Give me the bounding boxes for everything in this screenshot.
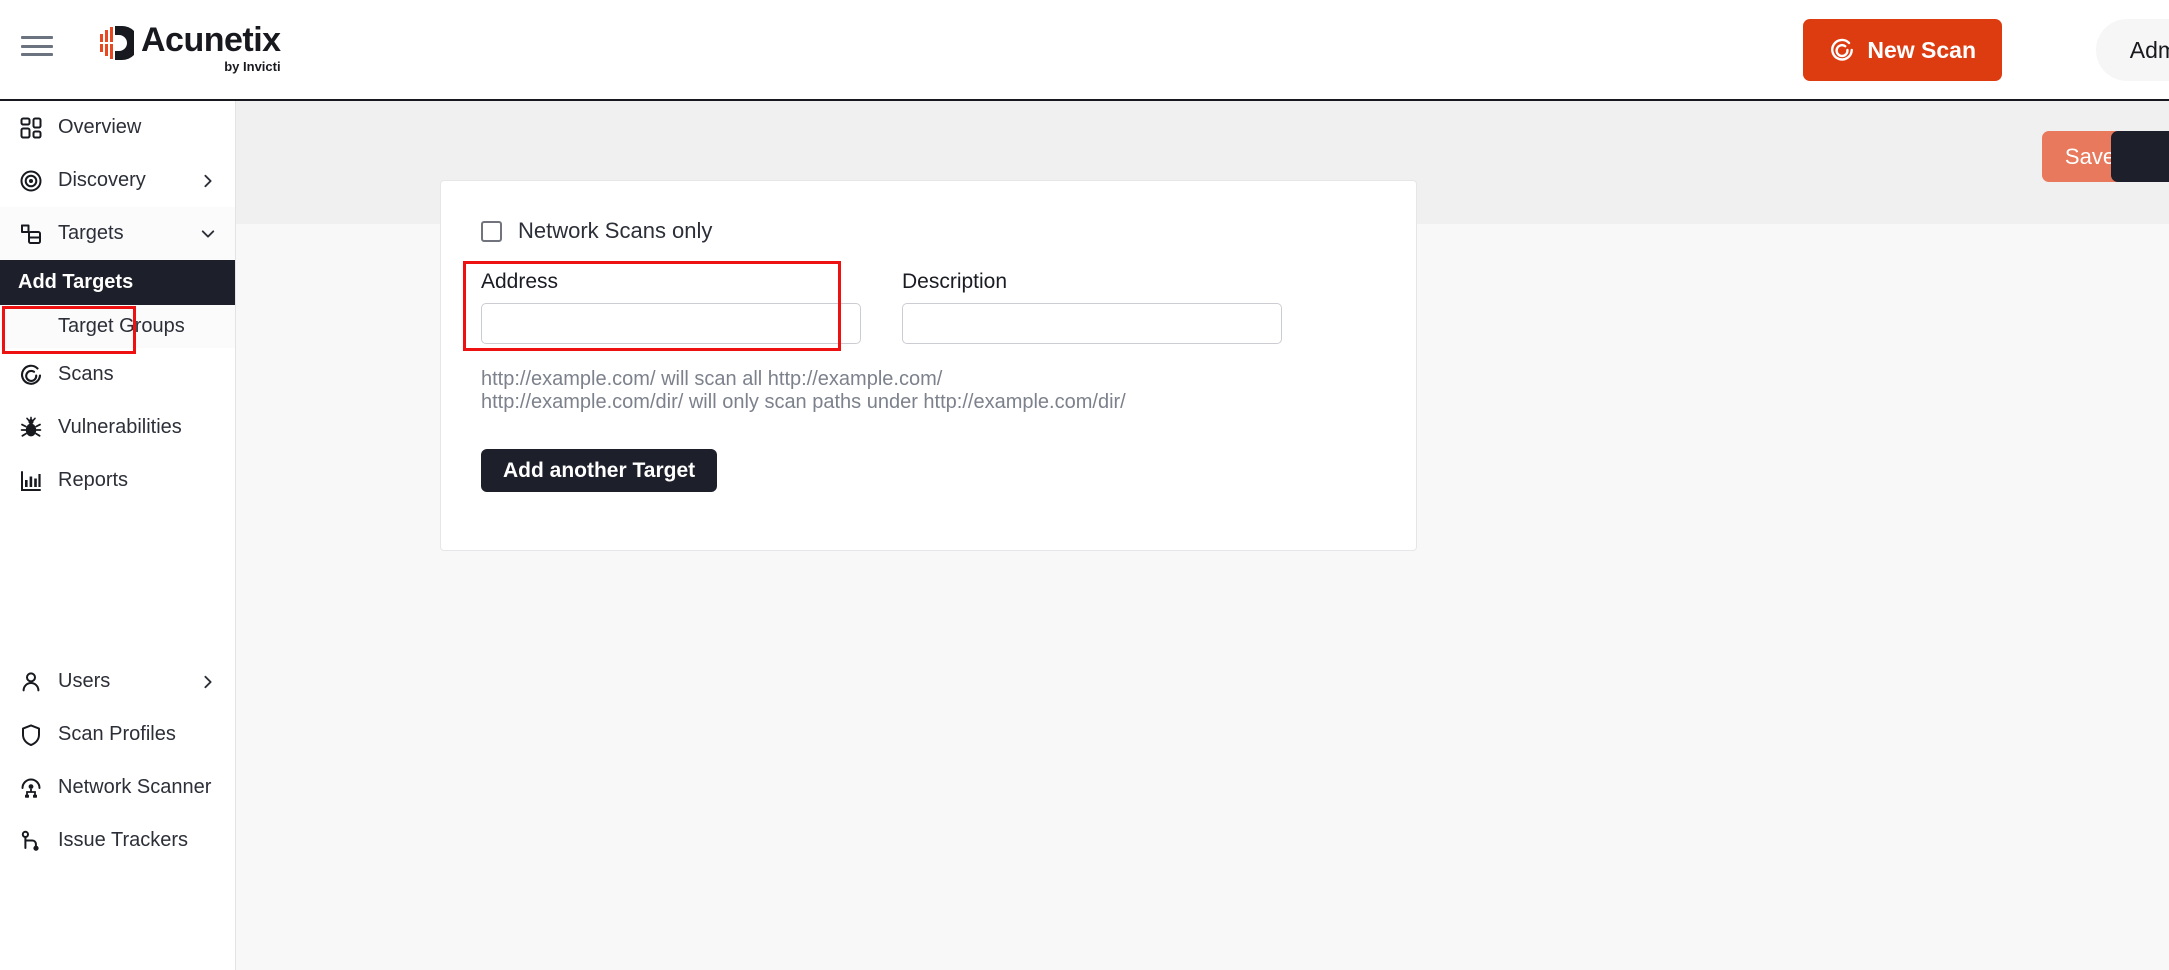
address-field-group: Address <box>481 270 861 344</box>
sidebar-item-label: Issue Trackers <box>58 829 189 851</box>
new-scan-button[interactable]: New Scan <box>1803 19 2002 81</box>
address-hint-line-1: http://example.com/ will scan all http:/… <box>481 368 943 390</box>
sidebar-subitem-label: Add Targets <box>18 271 134 293</box>
sidebar-item-targets[interactable]: Targets <box>0 207 235 260</box>
sidebar-item-label: Discovery <box>58 169 146 191</box>
bug-icon <box>18 415 44 441</box>
grid-icon <box>18 115 44 141</box>
sidebar-item-issue-trackers[interactable]: Issue Trackers <box>0 814 235 867</box>
network-scans-only-checkbox[interactable] <box>481 220 502 242</box>
add-target-form-card: Network Scans only Address Description h… <box>440 180 1417 551</box>
sidebar-subitem-label: Target Groups <box>58 315 185 337</box>
main-content-area: Save Network Scans only Address Descript… <box>236 101 2169 970</box>
hamburger-bar <box>21 44 53 48</box>
address-hint-text: http://example.com/ will scan all http:/… <box>481 368 1126 414</box>
sidebar-item-users[interactable]: Users <box>0 655 235 708</box>
account-menu[interactable]: Admin <box>2095 19 2169 81</box>
hamburger-bar <box>21 53 53 56</box>
brand-name: Acunetix <box>141 21 281 59</box>
description-field-group: Description <box>902 270 1282 344</box>
targets-stack-icon <box>18 221 44 247</box>
bar-chart-icon <box>18 468 44 494</box>
chevron-right-icon <box>204 174 212 187</box>
hamburger-bar <box>21 36 53 39</box>
target-fields-row: Address Description <box>481 270 1282 344</box>
scan-icon <box>1831 38 1854 61</box>
new-scan-label: New Scan <box>1867 36 1976 63</box>
sidebar-item-label: Targets <box>58 222 124 244</box>
hamburger-menu-icon[interactable] <box>21 33 53 59</box>
address-label: Address <box>481 270 559 293</box>
acunetix-logo-icon <box>100 26 134 60</box>
brand-logo[interactable]: Acunetix by Invicti <box>100 22 281 74</box>
secondary-action-button[interactable] <box>2111 131 2169 182</box>
sidebar-item-scan-profiles[interactable]: Scan Profiles <box>0 708 235 761</box>
sidebar-navigation: Overview Discovery Targets Add Targets T… <box>0 101 236 970</box>
description-label: Description <box>902 270 1008 293</box>
sidebar-item-reports[interactable]: Reports <box>0 454 235 507</box>
sidebar-item-target-groups[interactable]: Target Groups <box>0 305 235 348</box>
target-circle-icon <box>18 168 44 194</box>
user-icon <box>18 669 44 695</box>
sidebar-item-add-targets[interactable]: Add Targets <box>0 260 235 305</box>
sidebar-item-label: Reports <box>58 469 129 491</box>
add-another-target-button[interactable]: Add another Target <box>481 449 718 492</box>
top-header-bar: Acunetix by Invicti New Scan Admin <box>0 0 2169 101</box>
sidebar-item-label: Scans <box>58 363 114 385</box>
network-scans-only-row[interactable]: Network Scans only <box>481 218 712 244</box>
sidebar-item-label: Users <box>58 670 111 692</box>
description-input[interactable] <box>902 303 1282 344</box>
chevron-down-icon <box>201 229 215 238</box>
address-hint-line-2: http://example.com/dir/ will only scan p… <box>481 391 1126 413</box>
sidebar-item-label: Scan Profiles <box>58 723 176 745</box>
sidebar-item-label: Overview <box>58 116 142 138</box>
issue-tracker-icon <box>18 828 44 854</box>
chevron-right-icon <box>204 675 212 688</box>
sidebar-item-overview[interactable]: Overview <box>0 101 235 154</box>
sidebar-item-network-scanner[interactable]: Network Scanner <box>0 761 235 814</box>
scan-icon <box>18 362 44 388</box>
brand-tagline: by Invicti <box>224 59 281 74</box>
sidebar-item-vulnerabilities[interactable]: Vulnerabilities <box>0 401 235 454</box>
network-node-icon <box>18 775 44 801</box>
sidebar-item-scans[interactable]: Scans <box>0 348 235 401</box>
address-input[interactable] <box>481 303 861 344</box>
sidebar-item-label: Network Scanner <box>58 776 212 798</box>
sidebar-item-label: Vulnerabilities <box>58 416 182 438</box>
network-scans-only-label: Network Scans only <box>518 218 713 243</box>
shield-icon <box>18 722 44 748</box>
sidebar-item-discovery[interactable]: Discovery <box>0 154 235 207</box>
account-label: Admin <box>2129 36 2169 63</box>
